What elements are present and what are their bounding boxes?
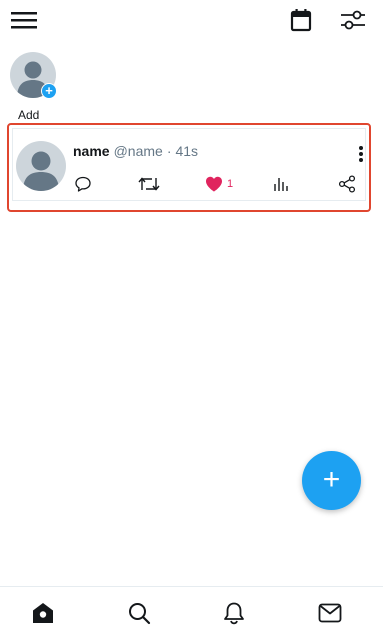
retweet-button[interactable] [137, 172, 161, 196]
nav-home[interactable] [28, 599, 58, 627]
stats-icon [273, 176, 289, 192]
share-icon [338, 175, 356, 193]
tweet-timestamp: 41s [175, 143, 199, 159]
mail-icon [318, 602, 342, 624]
heart-icon [205, 176, 223, 192]
menu-button[interactable] [8, 6, 40, 34]
bottom-navigation [0, 586, 383, 636]
tweet-more-button[interactable] [349, 143, 373, 165]
analytics-button[interactable] [269, 172, 293, 196]
like-button[interactable]: 1 [205, 172, 245, 196]
compose-tweet-button[interactable]: + [302, 451, 361, 510]
calendar-icon [290, 8, 312, 32]
tweet-separator: · [166, 143, 172, 159]
tweet-author-name[interactable]: name [73, 143, 110, 159]
nav-search[interactable] [124, 599, 154, 627]
add-account-label: Add [18, 108, 40, 122]
nav-notifications[interactable] [219, 599, 249, 627]
tweet-author-handle[interactable]: @name [114, 143, 163, 159]
nav-messages[interactable] [315, 599, 345, 627]
add-account-button[interactable]: + Add [8, 50, 58, 122]
more-vertical-icon [358, 145, 364, 163]
tweet-header: name @name · 41s [73, 143, 198, 159]
tweet-container: name @name · 41s 1 [12, 128, 366, 201]
sliders-icon [340, 8, 366, 32]
plus-badge-icon: + [41, 83, 57, 99]
home-icon [31, 601, 55, 625]
tweet-card[interactable]: name @name · 41s 1 [7, 123, 371, 212]
share-button[interactable] [335, 172, 359, 196]
search-icon [127, 601, 151, 625]
reply-button[interactable] [71, 172, 95, 196]
calendar-button[interactable] [286, 5, 316, 35]
like-count: 1 [227, 178, 234, 190]
filter-settings-button[interactable] [337, 5, 369, 35]
app-screen: { "colors": { "accent": "#1da1f2", "like… [0, 0, 383, 636]
tweet-avatar[interactable] [16, 141, 66, 191]
bell-icon [222, 601, 246, 625]
reply-icon [74, 175, 92, 193]
retweet-icon [138, 175, 160, 193]
hamburger-menu-icon [11, 10, 37, 30]
